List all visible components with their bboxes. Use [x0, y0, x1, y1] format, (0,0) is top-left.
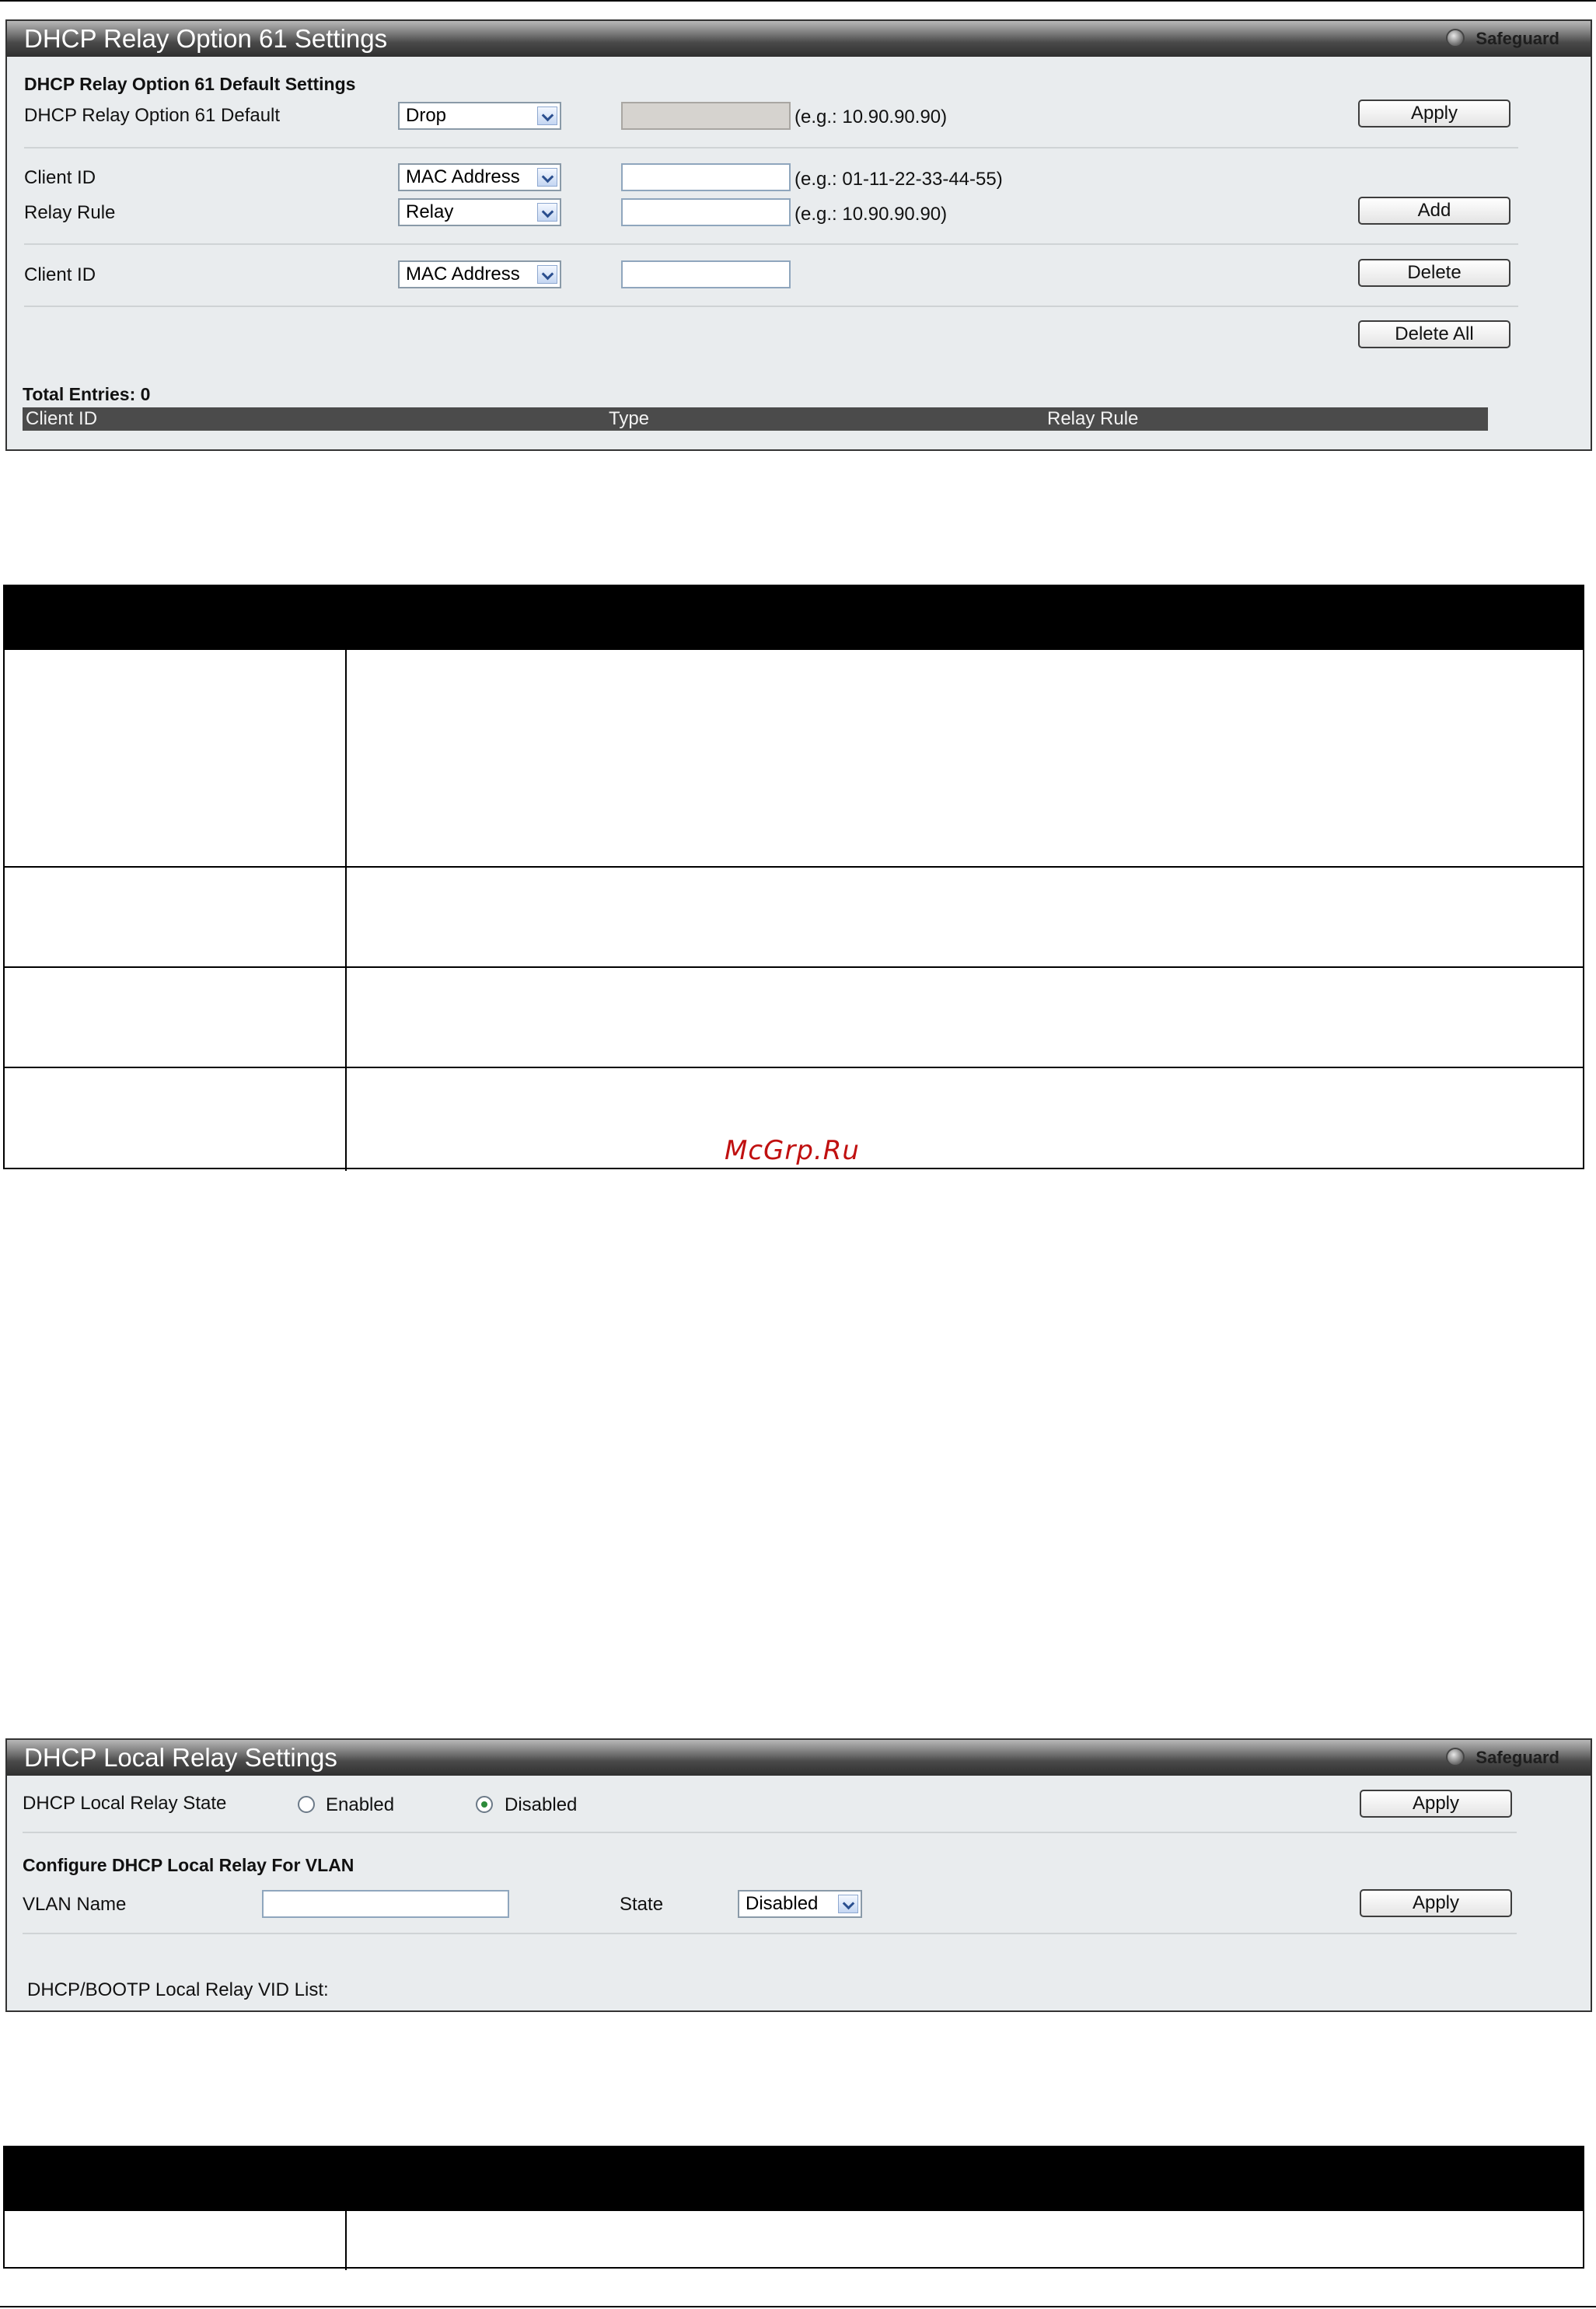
delete-client-id-select[interactable]: MAC Address: [398, 260, 561, 288]
relay-rule-label: Relay Rule: [24, 202, 116, 223]
watermark: McGrp.Ru: [725, 1135, 860, 1166]
chevron-down-icon[interactable]: [537, 265, 557, 284]
total-entries: Total Entries: 0: [23, 384, 151, 404]
vlan-state-select-value: Disabled: [746, 1893, 819, 1914]
column-divider: [345, 2211, 347, 2270]
vlan-state-select[interactable]: Disabled: [738, 1890, 862, 1918]
vid-list-label: DHCP/BOOTP Local Relay VID List:: [27, 1979, 329, 2000]
bottom-page-rule: [0, 2306, 1596, 2307]
column-divider: [345, 650, 347, 1171]
relay-rule-ip-input[interactable]: [621, 198, 791, 226]
option61-title: DHCP Relay Option 61 Settings: [24, 24, 388, 53]
vlan-name-label: VLAN Name: [23, 1894, 127, 1915]
apply-button[interactable]: Apply: [1360, 1790, 1512, 1818]
relay-rule-select[interactable]: Relay: [398, 198, 561, 226]
vlan-name-input[interactable]: [262, 1890, 509, 1918]
column-type: Type: [609, 408, 650, 429]
client-id-input[interactable]: [621, 163, 791, 191]
divider: [24, 243, 1518, 245]
column-relay-rule: Relay Rule: [1047, 408, 1139, 429]
row-divider: [5, 966, 1583, 968]
safeguard-icon: [1446, 1748, 1465, 1766]
local-relay-title: DHCP Local Relay Settings: [24, 1743, 337, 1772]
apply-button[interactable]: Apply: [1358, 100, 1510, 128]
default-settings-header: DHCP Relay Option 61 Default Settings: [24, 74, 356, 94]
chevron-down-icon[interactable]: [537, 168, 557, 187]
add-button[interactable]: Add: [1358, 197, 1510, 225]
delete-client-id-label: Client ID: [24, 264, 96, 285]
safeguard-indicator[interactable]: Safeguard: [1446, 1746, 1559, 1769]
option61-title-bar: DHCP Relay Option 61 Settings Safeguard: [7, 21, 1591, 57]
divider: [24, 147, 1518, 148]
option61-default-ip-input: [621, 102, 791, 130]
description-table-header: [5, 586, 1583, 650]
row-divider: [5, 866, 1583, 868]
safeguard-label: Safeguard: [1476, 1748, 1559, 1767]
chevron-down-icon[interactable]: [838, 1895, 858, 1913]
enabled-label: Enabled: [326, 1794, 395, 1815]
top-page-rule: [0, 0, 1596, 2]
local-relay-state-label: DHCP Local Relay State: [23, 1793, 227, 1814]
enabled-radio[interactable]: [298, 1796, 315, 1813]
delete-client-id-input[interactable]: [621, 260, 791, 288]
description-table-2: [3, 2146, 1584, 2270]
local-relay-panel: DHCP Local Relay Settings Safeguard DHCP…: [5, 1738, 1592, 2012]
disabled-label: Disabled: [505, 1794, 578, 1815]
delete-client-id-select-value: MAC Address: [406, 264, 520, 285]
option61-default-select[interactable]: Drop: [398, 102, 561, 130]
description-table-header: [5, 2147, 1583, 2211]
client-id-label: Client ID: [24, 167, 96, 188]
safeguard-indicator[interactable]: Safeguard: [1446, 27, 1559, 51]
configure-vlan-header: Configure DHCP Local Relay For VLAN: [23, 1855, 354, 1875]
local-relay-title-bar: DHCP Local Relay Settings Safeguard: [7, 1740, 1591, 1776]
divider: [23, 1832, 1517, 1833]
client-id-hint: (e.g.: 01-11-22-33-44-55): [795, 169, 1003, 190]
chevron-down-icon[interactable]: [537, 203, 557, 222]
delete-all-button[interactable]: Delete All: [1358, 320, 1510, 348]
row-divider: [5, 1067, 1583, 1068]
option61-default-label: DHCP Relay Option 61 Default: [24, 105, 281, 126]
relay-rule-hint: (e.g.: 10.90.90.90): [795, 204, 948, 225]
safeguard-icon: [1446, 29, 1465, 47]
option61-panel: DHCP Relay Option 61 Settings Safeguard …: [5, 19, 1592, 451]
chevron-down-icon[interactable]: [537, 107, 557, 125]
option61-default-value: Drop: [406, 105, 447, 126]
entries-table-header: Client ID Type Relay Rule: [23, 407, 1488, 431]
disabled-radio[interactable]: [476, 1796, 493, 1813]
description-table-1: [3, 585, 1584, 1171]
client-id-select[interactable]: MAC Address: [398, 163, 561, 191]
divider: [23, 1933, 1517, 1934]
option61-default-hint: (e.g.: 10.90.90.90): [795, 107, 948, 128]
state-label: State: [620, 1894, 664, 1915]
divider: [24, 306, 1518, 307]
safeguard-label: Safeguard: [1476, 29, 1559, 48]
delete-button[interactable]: Delete: [1358, 259, 1510, 287]
client-id-select-value: MAC Address: [406, 166, 520, 187]
column-client-id: Client ID: [26, 408, 98, 429]
relay-rule-select-value: Relay: [406, 201, 454, 222]
apply-vlan-button[interactable]: Apply: [1360, 1889, 1512, 1917]
